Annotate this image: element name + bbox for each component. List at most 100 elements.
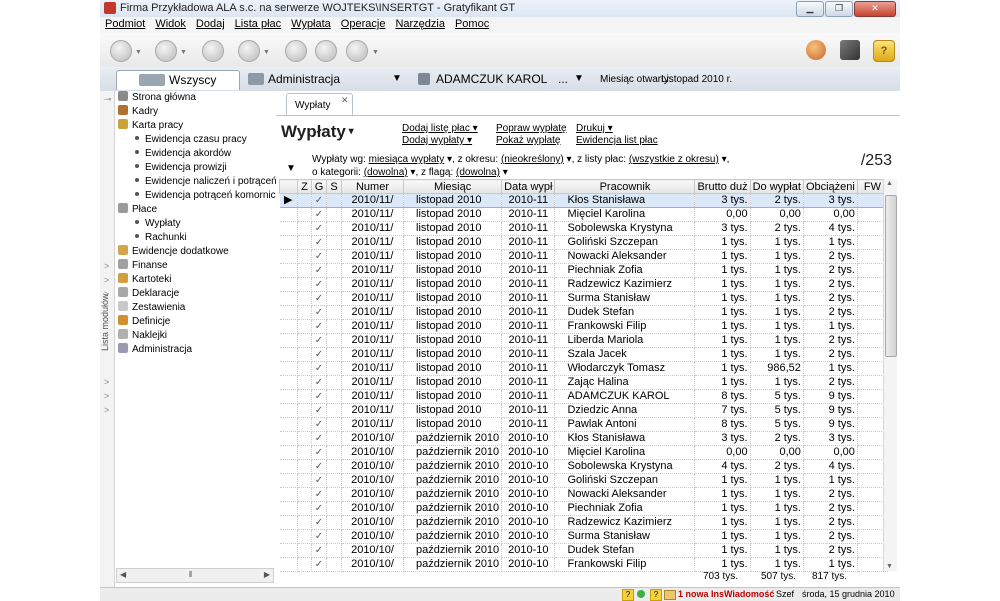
expand-chevron-icon[interactable]: >	[104, 377, 109, 387]
close-button[interactable]: ✕	[854, 1, 896, 17]
add-payout-link[interactable]: Dodaj wypłaty ▾	[402, 135, 472, 146]
maximize-button[interactable]: ❐	[825, 1, 853, 17]
menu-widok[interactable]: Widok	[155, 17, 186, 33]
scroll-right-icon[interactable]: ▶	[264, 570, 270, 579]
col-brutto[interactable]: Brutto duż	[694, 179, 751, 194]
sidebar-horizontal-scrollbar[interactable]: ◀ ⦀ ▶	[116, 568, 274, 583]
nav-ewidencje-dodatkowe[interactable]: Ewidencje dodatkowe	[118, 245, 229, 259]
help-shield-icon[interactable]: ?	[873, 40, 895, 62]
tools-dropdown-icon[interactable]: ▼	[372, 49, 379, 56]
table-row[interactable]: ✓ 2010/11/listopad 2010 2010-11 Piechniak Z…	[279, 263, 888, 278]
employee-selector[interactable]: ADAMCZUK KAROL	[436, 72, 547, 86]
employee-more[interactable]: ...	[558, 72, 568, 86]
table-row[interactable]: ✓ 2010/11/listopad 2010 2010-11 Sobolewska …	[279, 221, 888, 236]
table-row[interactable]: ✓ 2010/10/październik 2010 2010-10 Mięciel …	[279, 445, 888, 460]
filter-list-select[interactable]: (wszystkie z okresu)	[629, 154, 719, 165]
nav-definicje[interactable]: Definicje	[118, 315, 170, 329]
nav-strona-glowna[interactable]: Strona główna	[118, 91, 196, 105]
payroll-icon[interactable]	[202, 40, 224, 62]
expand-chevron-icon[interactable]: >	[104, 275, 109, 285]
col-pracownik[interactable]: Pracownik	[554, 179, 696, 194]
col-obciazenia[interactable]: Obciążeni	[802, 179, 858, 194]
nav-deklaracje[interactable]: Deklaracje	[118, 287, 179, 301]
nav-administracja[interactable]: Administracja	[118, 343, 192, 357]
menu-podmiot[interactable]: Podmiot	[105, 17, 145, 33]
menu-operacje[interactable]: Operacje	[341, 17, 386, 33]
edit-icon[interactable]	[238, 40, 260, 62]
table-row[interactable]: ✓ 2010/11/listopad 2010 2010-11 Surma Stani…	[279, 291, 888, 306]
nav-wyplaty[interactable]: Wypłaty	[132, 217, 180, 231]
scroll-up-icon[interactable]: ▲	[886, 180, 893, 187]
col-miesiac[interactable]: Miesiąc	[402, 179, 503, 194]
expand-chevron-icon[interactable]: >	[104, 261, 109, 271]
scroll-left-icon[interactable]: ◀	[120, 570, 126, 579]
nav-ewidencja-komornicza[interactable]: Ewidencja potrąceń komornic	[132, 189, 276, 203]
message-envelope-icon[interactable]	[664, 590, 676, 600]
open-dropdown-icon[interactable]: ▼	[180, 49, 187, 56]
table-row[interactable]: ✓ 2010/10/październik 2010 2010-10 Piechnia…	[279, 501, 888, 516]
nav-kartoteki[interactable]: Kartoteki	[118, 273, 171, 287]
menu-pomoc[interactable]: Pomoc	[455, 17, 489, 33]
page-title[interactable]: Wypłaty ▾	[281, 122, 354, 142]
table-row[interactable]: ✓ 2010/11/listopad 2010 2010-11 Mięciel Kar…	[279, 207, 888, 222]
col-data-wyplaty[interactable]: Data wypł	[501, 179, 556, 194]
close-tab-icon[interactable]: ✕	[341, 95, 349, 106]
table-row[interactable]: ✓ 2010/11/listopad 2010 2010-11 Goliński Sz…	[279, 235, 888, 250]
filter-by-select[interactable]: miesiąca wypłaty	[369, 154, 445, 165]
table-row[interactable]: ✓ 2010/10/październik 2010 2010-10 Sobolews…	[279, 459, 888, 474]
payroll-register-link[interactable]: Ewidencja list płac	[576, 135, 658, 146]
nav-rachunki[interactable]: Rachunki	[132, 231, 187, 245]
nav-naklejki[interactable]: Naklejki	[118, 329, 167, 343]
menu-dodaj[interactable]: Dodaj	[196, 17, 225, 33]
new-message-notice[interactable]: 1 nowa InsWiadomość	[678, 588, 774, 601]
menu-narzedzia[interactable]: Narzędzia	[395, 17, 445, 33]
send-icon[interactable]	[285, 40, 307, 62]
table-row[interactable]: ✓ 2010/10/październik 2010 2010-10 Radzewic…	[279, 515, 888, 530]
minimize-button[interactable]: ▁	[796, 1, 824, 17]
show-payout-link[interactable]: Pokaż wypłatę	[496, 135, 560, 146]
table-row[interactable]: ✓ 2010/11/listopad 2010 2010-11 Dziedzic An…	[279, 403, 888, 418]
collapse-filter-icon[interactable]: ▼	[286, 163, 296, 174]
table-row[interactable]: ✓ 2010/10/październik 2010 2010-10 Nowacki …	[279, 487, 888, 502]
table-row[interactable]: ✓ 2010/11/listopad 2010 2010-11 Frankowski …	[279, 319, 888, 334]
table-row[interactable]: ✓ 2010/11/listopad 2010 2010-11 Dudek Stefa…	[279, 305, 888, 320]
col-do-wyplaty[interactable]: Do wypłat	[749, 179, 804, 194]
table-row[interactable]: ▶ ✓ 2010/11/listopad 2010 2010-11 Kłos Stani…	[279, 193, 888, 208]
new-document-icon[interactable]	[110, 40, 132, 62]
nav-finanse[interactable]: Finanse	[118, 259, 168, 273]
table-row[interactable]: ✓ 2010/10/październik 2010 2010-10 Kłos Sta…	[279, 431, 888, 446]
department-selector[interactable]: Administracja	[268, 72, 340, 86]
group-tab[interactable]: Wszyscy	[116, 70, 240, 90]
filter-period-select[interactable]: (nieokreślony)	[501, 154, 564, 165]
menu-lista-plac[interactable]: Lista płac	[235, 17, 281, 33]
add-payroll-list-link[interactable]: Dodaj listę płac ▾	[402, 123, 478, 134]
table-row[interactable]: ✓ 2010/11/listopad 2010 2010-11 Szala Jacek…	[279, 347, 888, 362]
nav-ewidencja-akordow[interactable]: Ewidencja akordów	[132, 147, 231, 161]
col-g[interactable]: G	[311, 179, 327, 194]
scroll-thumb[interactable]	[885, 195, 897, 357]
table-vertical-scrollbar[interactable]: ▲ ▼	[883, 179, 897, 571]
help-icon[interactable]: ?	[622, 589, 634, 601]
table-row[interactable]: ✓ 2010/11/listopad 2010 2010-11 Włodarczyk …	[279, 361, 888, 376]
col-numer[interactable]: Numer	[341, 179, 404, 194]
filter-flag-select[interactable]: (dowolna)	[456, 167, 500, 178]
table-row[interactable]: ✓ 2010/11/listopad 2010 2010-11 Zając Halin…	[279, 375, 888, 390]
col-indicator[interactable]	[279, 179, 298, 194]
table-row[interactable]: ✓ 2010/10/październik 2010 2010-10 Frankows…	[279, 557, 888, 572]
employee-dropdown-icon[interactable]: ▼	[574, 73, 584, 84]
info-icon[interactable]: ?	[650, 589, 662, 601]
scroll-down-icon[interactable]: ▼	[886, 563, 893, 570]
table-row[interactable]: ✓ 2010/11/listopad 2010 2010-11 Nowacki Ale…	[279, 249, 888, 264]
nav-ewidencja-czasu[interactable]: Ewidencja czasu pracy	[132, 133, 247, 147]
nav-kadry[interactable]: Kadry	[118, 105, 158, 119]
pin-icon[interactable]: ⊸	[104, 94, 112, 105]
department-dropdown-icon[interactable]: ▼	[392, 73, 402, 84]
scroll-grip-icon[interactable]: ⦀	[189, 570, 193, 580]
table-row[interactable]: ✓ 2010/10/październik 2010 2010-10 Goliński…	[279, 473, 888, 488]
col-s[interactable]: S	[326, 179, 342, 194]
link-icon[interactable]	[315, 40, 337, 62]
menu-wyplata[interactable]: Wypłata	[291, 17, 331, 33]
table-row[interactable]: ✓ 2010/11/listopad 2010 2010-11 Pawlak Anto…	[279, 417, 888, 432]
table-row[interactable]: ✓ 2010/11/listopad 2010 2010-11 ADAMCZUK KA…	[279, 389, 888, 404]
table-row[interactable]: ✓ 2010/10/październik 2010 2010-10 Dudek St…	[279, 543, 888, 558]
